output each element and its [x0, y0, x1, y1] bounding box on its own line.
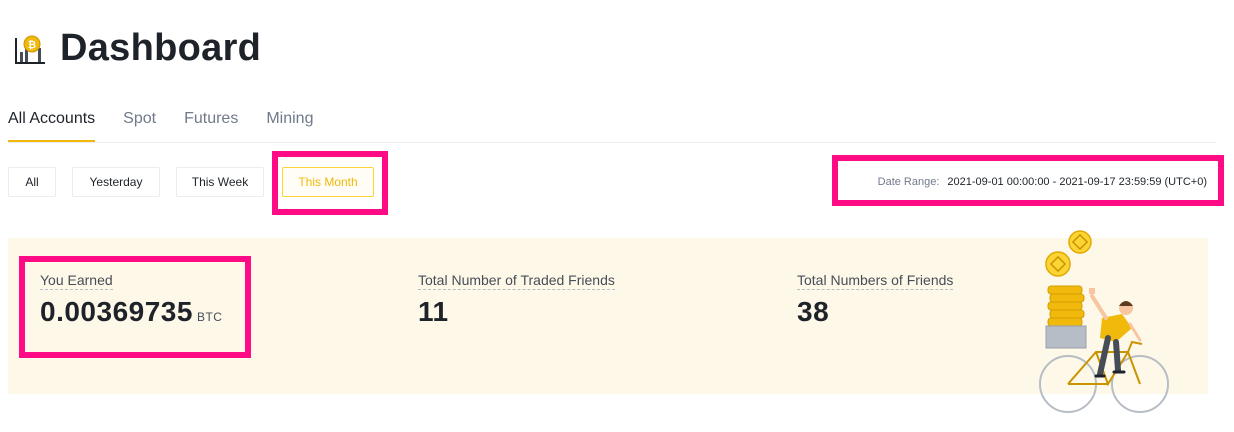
period-filters: All Yesterday This Week This Month — [8, 167, 374, 197]
stat-traded-friends-label[interactable]: Total Number of Traded Friends — [418, 272, 615, 290]
earned-unit: BTC — [196, 310, 223, 324]
date-range-value: 2021-09-01 00:00:00 - 2021-09-17 23:59:5… — [947, 176, 1207, 188]
account-tabs: All Accounts Spot Futures Mining — [8, 106, 341, 142]
stat-total-friends: Total Numbers of Friends 38 — [797, 272, 954, 328]
stats-panel: You Earned 0.00369735 BTC Total Number of… — [8, 238, 1208, 394]
tab-futures[interactable]: Futures — [184, 106, 238, 142]
stat-traded-friends: Total Number of Traded Friends 11 — [418, 272, 615, 328]
stat-total-friends-value: 38 — [797, 296, 830, 327]
svg-text:₿: ₿ — [28, 39, 36, 51]
page-header: ₿ Dashboard — [12, 26, 261, 70]
stat-you-earned: You Earned 0.00369735 BTC — [40, 272, 222, 328]
cyclist-with-coins-illustration — [1039, 230, 1169, 413]
filter-all-button[interactable]: All — [8, 167, 56, 197]
stat-traded-friends-value: 11 — [418, 296, 449, 327]
date-range: Date Range: 2021-09-01 00:00:00 - 2021-0… — [878, 176, 1207, 188]
tab-all-accounts[interactable]: All Accounts — [8, 106, 96, 142]
tabs-divider — [8, 142, 1216, 143]
tab-spot[interactable]: Spot — [123, 106, 156, 142]
stat-earned-label[interactable]: You Earned — [40, 272, 113, 290]
chart-coin-icon: ₿ — [15, 35, 45, 64]
filter-yesterday-button[interactable]: Yesterday — [72, 167, 160, 197]
date-range-label: Date Range: — [877, 176, 940, 188]
tab-mining[interactable]: Mining — [266, 106, 313, 142]
filter-this-week-button[interactable]: This Week — [176, 167, 264, 197]
stat-total-friends-label[interactable]: Total Numbers of Friends — [797, 272, 954, 290]
filter-this-month-button[interactable]: This Month — [282, 167, 374, 197]
page-title: Dashboard — [60, 26, 262, 69]
earned-amount: 0.00369735 — [40, 296, 193, 327]
stat-earned-value: 0.00369735 BTC — [40, 296, 222, 328]
